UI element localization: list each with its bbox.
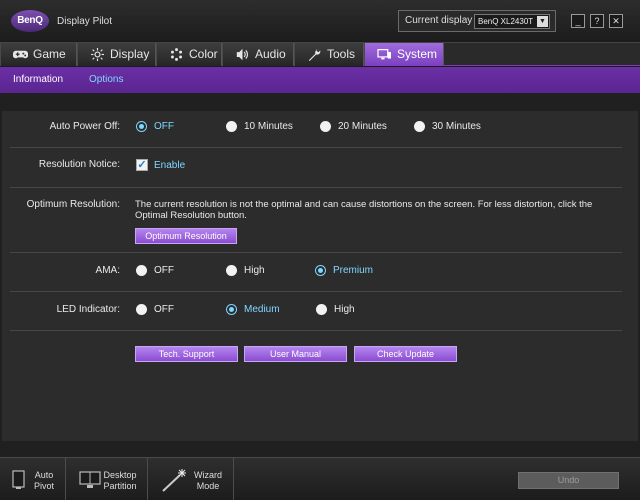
tab-tools-label: Tools	[327, 47, 356, 61]
wizard-mode-label: Wizard Mode	[193, 470, 222, 491]
main-tabs: Game Display Color Audio Tools System	[0, 42, 640, 66]
color-dots-icon	[170, 48, 183, 61]
auto-power-off-off-label: OFF	[154, 121, 174, 132]
tab-tools[interactable]: Tools	[294, 43, 364, 66]
minimize-button[interactable]: _	[571, 14, 585, 28]
divider	[10, 147, 622, 148]
desktop-partition-icon	[79, 471, 101, 488]
divider	[10, 187, 622, 188]
auto-power-off-off-radio[interactable]	[137, 122, 146, 131]
pivot-monitor-icon	[12, 470, 25, 489]
tab-audio[interactable]: Audio	[222, 43, 294, 66]
ama-premium-label: Premium	[333, 265, 374, 276]
desktop-partition-label: Desktop Partition	[103, 470, 137, 491]
auto-power-off-30-radio[interactable]	[414, 121, 425, 132]
auto-power-off-30-label: 30 Minutes	[432, 121, 481, 132]
resolution-notice-label: Resolution Notice:	[38, 159, 120, 170]
current-display-label: Current display	[405, 15, 473, 26]
auto-power-off-20-label: 20 Minutes	[338, 121, 387, 132]
optimum-resolution-button[interactable]: Optimum Resolution	[135, 228, 237, 244]
monitor-settings-icon	[377, 49, 391, 60]
options-panel: Auto Power Off: OFF 10 Minutes 20 Minute…	[2, 111, 638, 441]
resolution-notice-enable-label: Enable	[154, 160, 186, 171]
tab-color[interactable]: Color	[156, 43, 222, 66]
auto-power-off-20-radio[interactable]	[320, 121, 331, 132]
tab-system-label: System	[397, 47, 438, 61]
description-line-1: The current resolution is not the optima…	[135, 199, 593, 210]
led-off-label: OFF	[154, 304, 174, 315]
led-high-radio[interactable]	[316, 304, 327, 315]
content-area: Auto Power Off: OFF 10 Minutes 20 Minute…	[0, 93, 640, 457]
led-medium-radio[interactable]	[227, 305, 236, 314]
ama-label: AMA:	[95, 265, 120, 276]
app-title: Display Pilot	[57, 16, 113, 27]
ama-high-label: High	[244, 265, 265, 276]
optimum-resolution-description: The current resolution is not the optima…	[135, 199, 605, 221]
divider	[10, 291, 622, 292]
ama-off-radio[interactable]	[136, 265, 147, 276]
tab-game-label: Game	[33, 47, 66, 61]
resolution-notice-checkbox[interactable]: ✓	[136, 159, 148, 171]
current-display-select[interactable]: BenQ XL2430T ▼	[474, 14, 550, 29]
subtab-information[interactable]: Information	[13, 74, 63, 85]
divider	[10, 330, 622, 331]
bottom-bar: Auto Pivot Desktop Partition Wizard Mode Un…	[0, 457, 640, 500]
magic-wand-icon	[162, 469, 186, 492]
current-display-value: BenQ XL2430T	[478, 17, 534, 26]
check-update-button[interactable]: Check Update	[354, 346, 457, 362]
tech-support-button[interactable]: Tech. Support	[135, 346, 238, 362]
auto-pivot-label: Auto Pivot	[33, 470, 54, 491]
led-medium-label: Medium	[244, 304, 280, 315]
gamepad-icon	[13, 50, 28, 59]
undo-button[interactable]: Undo	[518, 472, 619, 489]
ama-off-label: OFF	[154, 265, 174, 276]
divider	[10, 252, 622, 253]
wrench-icon	[308, 49, 321, 61]
user-manual-button[interactable]: User Manual	[244, 346, 347, 362]
auto-pivot-button[interactable]: Auto Pivot	[0, 458, 66, 500]
led-indicator-label: LED Indicator:	[56, 304, 120, 315]
desktop-partition-button[interactable]: Desktop Partition	[66, 458, 148, 500]
title-bar: BenQ Display Pilot Current display BenQ …	[0, 0, 640, 42]
sub-tabs: Information Options	[0, 67, 640, 93]
led-high-label: High	[334, 304, 355, 315]
tab-system[interactable]: System	[364, 43, 444, 66]
subtab-options[interactable]: Options	[89, 74, 123, 85]
wizard-mode-button[interactable]: Wizard Mode	[148, 458, 234, 500]
ama-premium-radio[interactable]	[316, 266, 325, 275]
tab-display-label: Display	[110, 47, 150, 61]
led-off-radio[interactable]	[136, 304, 147, 315]
ama-high-radio[interactable]	[226, 265, 237, 276]
benq-logo: BenQ	[11, 10, 49, 32]
brightness-icon	[91, 48, 104, 61]
close-button[interactable]: ✕	[609, 14, 623, 28]
description-line-2: Optimal Resolution button.	[135, 210, 247, 221]
auto-power-off-label: Auto Power Off:	[49, 121, 120, 132]
tab-audio-label: Audio	[255, 47, 286, 61]
current-display-panel: Current display BenQ XL2430T ▼	[398, 10, 556, 32]
chevron-down-icon[interactable]: ▼	[537, 16, 548, 27]
speaker-icon	[236, 48, 248, 61]
tab-display[interactable]: Display	[77, 43, 156, 66]
help-button[interactable]: ?	[590, 14, 604, 28]
auto-power-off-10-radio[interactable]	[226, 121, 237, 132]
auto-power-off-10-label: 10 Minutes	[244, 121, 293, 132]
optimum-resolution-label: Optimum Resolution:	[26, 199, 120, 210]
tab-game[interactable]: Game	[0, 43, 77, 66]
tab-color-label: Color	[189, 47, 218, 61]
